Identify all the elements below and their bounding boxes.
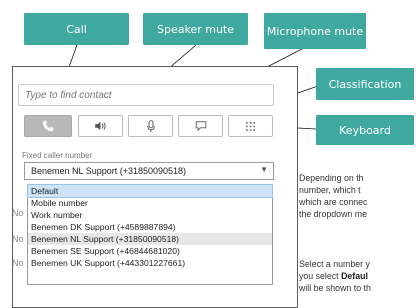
callout-keyboard: Keyboard [316,115,414,145]
dropdown-option-se-support[interactable]: Benemen SE Support (+46844681020) [28,245,272,257]
callout-microphone-mute: Microphone mute [264,13,366,49]
fixed-caller-selected-value: Benemen NL Support (+31850090518) [31,166,187,176]
body-paragraph-line: Depending on th [299,173,364,183]
microphone-icon [146,119,155,132]
keypad-icon [245,121,256,131]
phone-icon [42,120,54,132]
body-text-normal: you select [299,271,342,281]
fixed-caller-select[interactable]: Benemen NL Support (+31850090518) ▼ [24,162,274,180]
speaker-icon [94,121,106,131]
dropdown-option-uk-support[interactable]: Benemen UK Support (+443301227661) [28,257,272,269]
body-paragraph-line: which are connec [299,197,368,207]
body-paragraph-line: number, which t [299,185,361,195]
dropdown-option-work[interactable]: Work number [28,209,272,221]
keyboard-button[interactable] [228,115,273,137]
body-paragraph-line: will be shown to th [299,283,371,293]
callout-call: Call [24,13,129,45]
classification-button[interactable] [178,115,223,137]
dropdown-option-mobile[interactable]: Mobile number [28,197,272,209]
callout-speaker-mute: Speaker mute [143,13,248,45]
callout-classification: Classification [316,68,414,100]
partial-label: No [12,258,24,268]
body-paragraph-line: Select a number y [299,259,370,269]
microphone-mute-button[interactable] [128,115,173,137]
speech-bubble-icon [195,121,206,132]
contact-search-input[interactable] [18,84,274,106]
partial-label: No [12,208,24,218]
chevron-down-icon: ▼ [260,165,268,174]
dropdown-option-nl-support[interactable]: Benemen NL Support (+31850090518) [28,233,272,245]
dropdown-option-default[interactable]: Default [27,184,273,198]
fixed-caller-label: Fixed caller number [22,151,93,160]
fixed-caller-dropdown-list: Default Mobile number Work number Beneme… [27,184,273,285]
body-text-bold: Defaul [341,271,368,281]
dropdown-option-dk-support[interactable]: Benemen DK Support (+4589887894) [28,221,272,233]
body-paragraph-line: the dropdown me [299,209,367,219]
speaker-mute-button[interactable] [78,115,123,137]
call-button[interactable] [24,115,72,137]
body-paragraph-line: you select Defaul [299,270,416,282]
partial-label: No [12,234,24,244]
